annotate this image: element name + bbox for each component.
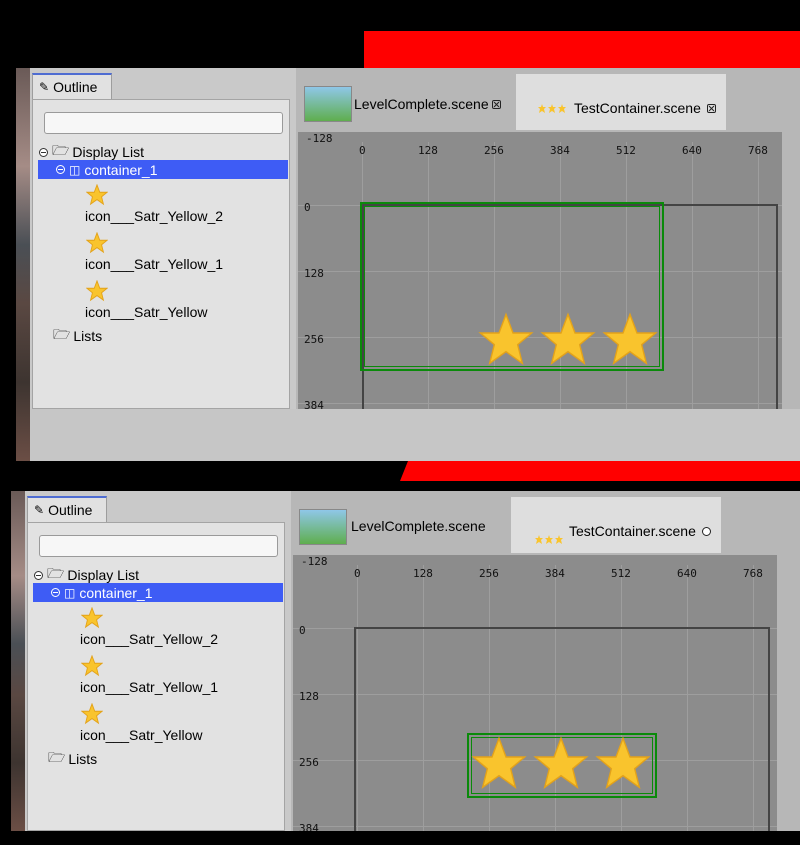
ruler-y-label: 128 — [304, 267, 324, 280]
tree-child-1[interactable]: icon___Satr_Yellow_1 — [80, 655, 218, 695]
ruler-x-label: 128 — [418, 144, 438, 157]
collapse-toggle-icon[interactable] — [56, 165, 65, 174]
tree-container-1[interactable]: ◫ container_1 — [33, 583, 283, 602]
folder-icon: 🗁 — [53, 326, 71, 342]
ruler-x-label: 384 — [550, 144, 570, 157]
child-label: icon___Satr_Yellow_2 — [80, 631, 219, 647]
scene-thumbnail — [304, 86, 352, 122]
tab-testcontainer[interactable]: TestContainer.scene — [516, 74, 726, 130]
star-icon — [86, 184, 108, 206]
star-icon — [86, 232, 108, 254]
collapse-toggle-icon[interactable] — [51, 588, 60, 597]
ruler-x-label: -128 — [301, 555, 328, 568]
tree-container-1[interactable]: ◫ container_1 — [38, 160, 288, 179]
scene-canvas[interactable]: -128 0 128 256 384 512 640 768 0 128 256… — [293, 555, 777, 831]
star-icon[interactable] — [595, 736, 651, 792]
tab-levelcomplete[interactable]: LevelComplete.scene — [351, 516, 486, 536]
star-icon[interactable] — [478, 312, 534, 368]
outline-panel: 🗁 Display List ◫ container_1 icon___Satr… — [32, 99, 290, 409]
tree-child-2[interactable]: icon___Satr_Yellow_2 — [80, 607, 218, 647]
star-icon — [81, 655, 103, 677]
container-icon: ◫ — [64, 585, 76, 600]
outline-tab-label: Outline — [48, 502, 93, 518]
child-label: icon___Satr_Yellow_1 — [80, 679, 219, 695]
ruler-x-label: 256 — [484, 144, 504, 157]
outline-tab[interactable]: ✎ Outline — [32, 73, 112, 99]
middle-red-marker — [400, 461, 800, 481]
ruler-x-label: -128 — [306, 132, 333, 145]
outline-tree-icon: ✎ — [34, 503, 45, 517]
tree-lists[interactable]: 🗁 Lists — [48, 747, 97, 771]
child-label: icon___Satr_Yellow — [80, 727, 203, 743]
tab-testcontainer[interactable]: TestContainer.scene — [511, 497, 721, 553]
outline-search-input[interactable] — [39, 535, 278, 557]
folder-icon: 🗁 — [48, 749, 66, 765]
scene-thumbnail — [299, 509, 347, 545]
lists-label: Lists — [73, 328, 103, 344]
gap-background — [30, 409, 800, 461]
container-icon: ◫ — [69, 162, 81, 177]
ruler-y-label: 384 — [299, 822, 319, 831]
ruler-x-label: 0 — [359, 144, 366, 157]
ruler-y-label: 0 — [304, 201, 311, 214]
ruler-y-label: 128 — [299, 690, 319, 703]
star-icon — [535, 535, 563, 544]
scene-canvas[interactable]: -128 0 128 256 384 512 640 768 0 128 256… — [298, 132, 782, 409]
display-list-label: Display List — [67, 567, 139, 583]
collapse-toggle-icon[interactable] — [39, 147, 48, 157]
scene-bounds — [354, 627, 770, 831]
dirty-circle-icon[interactable] — [702, 527, 711, 536]
scene-editor: LevelComplete.scene TestContainer.scene … — [291, 491, 800, 831]
ruler-x-label: 640 — [677, 567, 697, 580]
star-icon — [81, 607, 103, 629]
outline-tree-icon: ✎ — [39, 80, 50, 94]
ruler-y-label: 256 — [299, 756, 319, 769]
wallpaper-strip-bottom — [11, 491, 25, 831]
ruler-y-label: 384 — [304, 399, 324, 409]
scene-editor: LevelComplete.scene TestContainer.scene … — [296, 68, 800, 409]
tree-child-1[interactable]: icon___Satr_Yellow_1 — [85, 232, 223, 272]
tree-child-2[interactable]: icon___Satr_Yellow_2 — [85, 184, 223, 224]
outline-panel: 🗁 Display List ◫ container_1 icon___Satr… — [27, 522, 285, 831]
ruler-y-label: 0 — [299, 624, 306, 637]
lists-label: Lists — [68, 751, 98, 767]
child-label: icon___Satr_Yellow_1 — [85, 256, 224, 272]
tree-child-0[interactable]: icon___Satr_Yellow — [85, 280, 207, 320]
outline-tab-label: Outline — [53, 79, 98, 95]
top-window: ✎ Outline 🗁 Display List ◫ container_1 i… — [30, 68, 800, 409]
outline-search-input[interactable] — [44, 112, 283, 134]
star-icon[interactable] — [602, 312, 658, 368]
outline-tab[interactable]: ✎ Outline — [27, 496, 107, 522]
collapse-toggle-icon[interactable] — [34, 570, 43, 580]
close-icon[interactable] — [491, 99, 501, 109]
star-icon — [81, 703, 103, 725]
ruler-x-label: 512 — [616, 144, 636, 157]
ruler-x-label: 768 — [743, 567, 763, 580]
tree-child-0[interactable]: icon___Satr_Yellow — [80, 703, 202, 743]
tree-lists[interactable]: 🗁 Lists — [53, 324, 102, 348]
ruler-x-label: 0 — [354, 567, 361, 580]
wallpaper-strip-top — [16, 68, 30, 461]
star-icon — [86, 280, 108, 302]
ruler-y-label: 256 — [304, 333, 324, 346]
child-label: icon___Satr_Yellow — [85, 304, 208, 320]
ruler-x-label: 256 — [479, 567, 499, 580]
star-icon — [538, 104, 566, 113]
bottom-window: ✎ Outline 🗁 Display List ◫ container_1 i… — [25, 491, 800, 831]
tab-levelcomplete[interactable]: LevelComplete.scene — [354, 94, 501, 114]
child-label: icon___Satr_Yellow_2 — [85, 208, 224, 224]
ruler-x-label: 640 — [682, 144, 702, 157]
display-list-label: Display List — [72, 144, 144, 160]
ruler-x-label: 512 — [611, 567, 631, 580]
star-icon[interactable] — [533, 736, 589, 792]
top-red-marker — [364, 31, 800, 68]
container-label: container_1 — [84, 161, 158, 178]
star-icon[interactable] — [471, 736, 527, 792]
ruler-x-label: 768 — [748, 144, 768, 157]
ruler-x-label: 384 — [545, 567, 565, 580]
close-icon[interactable] — [707, 104, 716, 113]
container-label: container_1 — [79, 584, 153, 601]
star-icon[interactable] — [540, 312, 596, 368]
ruler-x-label: 128 — [413, 567, 433, 580]
